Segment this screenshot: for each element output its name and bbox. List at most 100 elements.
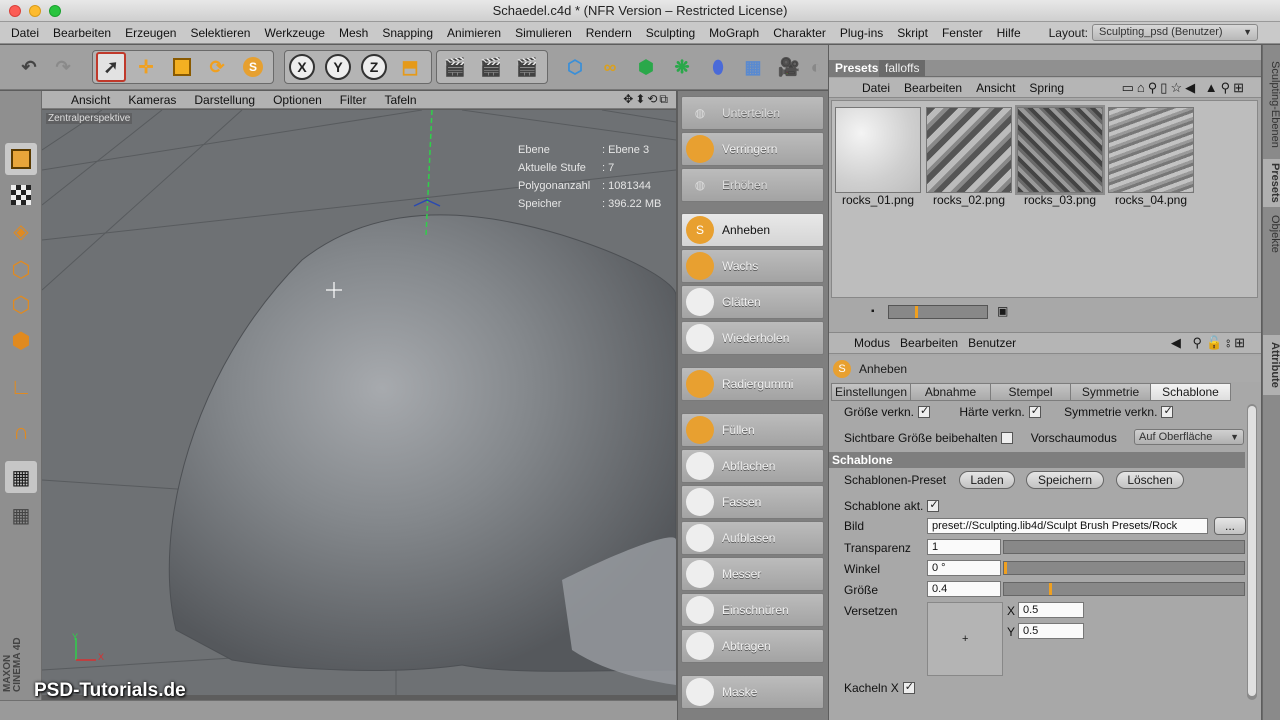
undo-button[interactable]: ↶: [14, 52, 44, 82]
mograph-cloner-button[interactable]: ❋: [667, 52, 697, 82]
scale-tool-button[interactable]: [167, 52, 197, 82]
cube-object-button[interactable]: ⬡: [560, 52, 590, 82]
menu-selektieren[interactable]: Selektieren: [183, 26, 257, 40]
lock-y-axis-button[interactable]: Y: [323, 52, 353, 82]
viewport-menu-kameras[interactable]: Kameras: [119, 93, 185, 107]
move-tool-button[interactable]: ✛: [131, 52, 161, 82]
offset-pad[interactable]: +: [927, 602, 1003, 676]
attributes-menu-bearbeiten[interactable]: Bearbeiten: [895, 336, 963, 350]
presets-menu-spring[interactable]: Spring: [1022, 81, 1071, 95]
tab-abnahme[interactable]: Abnahme: [910, 383, 991, 401]
axis-mode-button[interactable]: ∟: [5, 371, 37, 403]
brush-einschnueren-button[interactable]: Einschnüren: [681, 593, 824, 627]
save-button[interactable]: Speichern: [1026, 471, 1104, 489]
angle-field[interactable]: 0 °: [927, 560, 1001, 576]
viewport-menu-ansicht[interactable]: Ansicht: [62, 93, 119, 107]
workplane-mode-button[interactable]: ◈: [5, 215, 37, 247]
lock-z-axis-button[interactable]: Z: [359, 52, 389, 82]
brush-maske-button[interactable]: Maske: [681, 675, 824, 709]
render-view-button[interactable]: 🎬: [440, 52, 470, 82]
presets-menu-ansicht[interactable]: Ansicht: [969, 81, 1022, 95]
brush-glaetten-button[interactable]: Glätten: [681, 285, 824, 319]
tab-symmetrie[interactable]: Symmetrie: [1070, 383, 1151, 401]
presets-menu-bearbeiten[interactable]: Bearbeiten: [897, 81, 969, 95]
points-mode-button[interactable]: ⬡: [5, 254, 37, 286]
tab-sculpting-ebenen[interactable]: Sculpting-Ebenen: [1263, 49, 1280, 159]
brush-wiederholen-button[interactable]: Wiederholen: [681, 321, 824, 355]
snapping-button[interactable]: ∩: [5, 416, 37, 448]
viewport-menu-optionen[interactable]: Optionen: [264, 93, 331, 107]
spline-object-button[interactable]: ∞: [595, 52, 625, 82]
slider-handle[interactable]: [1004, 562, 1007, 574]
edges-mode-button[interactable]: ⬡: [5, 289, 37, 321]
menu-hilfe[interactable]: Hilfe: [990, 26, 1028, 40]
symmetry-link-checkbox[interactable]: [1161, 404, 1174, 418]
offset-x-field[interactable]: 0.5: [1018, 602, 1084, 618]
brush-fuellen-button[interactable]: Füllen: [681, 413, 824, 447]
size-field[interactable]: 0.4: [927, 581, 1001, 597]
preset-thumbnail[interactable]: [835, 107, 921, 193]
offset-y-field[interactable]: 0.5: [1018, 623, 1084, 639]
preview-mode-select[interactable]: Auf Oberfläche ▼: [1134, 429, 1244, 445]
coordinate-system-button[interactable]: ⬒: [395, 52, 425, 82]
brush-erhoehen-button[interactable]: ◍ Erhöhen: [681, 168, 824, 202]
preset-thumbnail[interactable]: [1108, 107, 1194, 193]
presets-menu-datei[interactable]: Datei: [855, 81, 897, 95]
browse-button[interactable]: ...: [1214, 517, 1246, 535]
tab-falloffs[interactable]: falloffs: [879, 60, 926, 77]
light-object-button[interactable]: ◐: [806, 52, 826, 82]
tile-x-checkbox[interactable]: [902, 680, 915, 694]
scrollbar-thumb[interactable]: [1248, 406, 1256, 696]
camera-object-button[interactable]: 🎥: [774, 52, 804, 82]
menu-skript[interactable]: Skript: [890, 26, 935, 40]
texture-mode-button[interactable]: [5, 179, 37, 211]
tab-presets[interactable]: Presets: [829, 60, 885, 77]
layout-select[interactable]: Sculpting_psd (Benutzer) ▼: [1092, 24, 1258, 41]
maximize-window-button[interactable]: [49, 5, 61, 17]
rotate-tool-button[interactable]: ⟳: [202, 52, 232, 82]
preset-thumbnail[interactable]: [926, 107, 1012, 193]
attributes-menu-benutzer[interactable]: Benutzer: [963, 336, 1021, 350]
viewport-navigation-icons[interactable]: ✥⬍⟲⧉: [623, 92, 670, 107]
menu-snapping[interactable]: Snapping: [375, 26, 440, 40]
3d-viewport[interactable]: Zentralperspektive Ebene: Ebene 3 Aktuel…: [42, 110, 676, 695]
floor-object-button[interactable]: ▦: [738, 52, 768, 82]
slider-handle[interactable]: [1049, 583, 1052, 595]
menu-charakter[interactable]: Charakter: [766, 26, 833, 40]
model-mode-button[interactable]: [5, 143, 37, 175]
tab-einstellungen[interactable]: Einstellungen: [831, 383, 911, 401]
lock-x-axis-button[interactable]: X: [287, 52, 317, 82]
viewport-menu-filter[interactable]: Filter: [331, 93, 376, 107]
image-path-field[interactable]: preset://Sculpting.lib4d/Sculpt Brush Pr…: [927, 518, 1208, 534]
workplane-snap-button[interactable]: ▦: [5, 499, 37, 531]
size-link-checkbox[interactable]: [918, 404, 931, 418]
menu-rendern[interactable]: Rendern: [579, 26, 639, 40]
attributes-toolbar-icons[interactable]: ◀ ⚲🔓⦂⊞: [1171, 335, 1249, 351]
angle-slider[interactable]: [1003, 561, 1245, 575]
menu-werkzeuge[interactable]: Werkzeuge: [257, 26, 331, 40]
workplane-lock-button[interactable]: ▦: [5, 461, 37, 493]
menu-simulieren[interactable]: Simulieren: [508, 26, 579, 40]
menu-mograph[interactable]: MoGraph: [702, 26, 766, 40]
menu-plugins[interactable]: Plug-ins: [833, 26, 890, 40]
size-slider[interactable]: [1003, 582, 1245, 596]
attributes-menu-modus[interactable]: Modus: [849, 336, 895, 350]
brush-abtragen-button[interactable]: Abtragen: [681, 629, 824, 663]
select-tool-button[interactable]: ➚: [96, 52, 126, 82]
brush-fassen-button[interactable]: Fassen: [681, 485, 824, 519]
minimize-window-button[interactable]: [29, 5, 41, 17]
tab-schablone[interactable]: Schablone: [1150, 383, 1231, 401]
stencil-active-checkbox[interactable]: [927, 498, 940, 512]
brush-wachs-button[interactable]: Wachs: [681, 249, 824, 283]
tab-presets-side[interactable]: Presets: [1263, 159, 1280, 207]
menu-fenster[interactable]: Fenster: [935, 26, 990, 40]
menu-bearbeiten[interactable]: Bearbeiten: [46, 26, 118, 40]
brush-unterteilen-button[interactable]: ◍ Unterteilen: [681, 96, 824, 130]
generator-object-button[interactable]: ⬢: [631, 52, 661, 82]
viewport-menu-tafeln[interactable]: Tafeln: [375, 93, 425, 107]
brush-aufblasen-button[interactable]: Aufblasen: [681, 521, 824, 555]
redo-button[interactable]: ↷: [48, 52, 78, 82]
brush-anheben-button[interactable]: S Anheben: [681, 213, 824, 247]
render-picture-viewer-button[interactable]: 🎬: [476, 52, 506, 82]
menu-mesh[interactable]: Mesh: [332, 26, 375, 40]
